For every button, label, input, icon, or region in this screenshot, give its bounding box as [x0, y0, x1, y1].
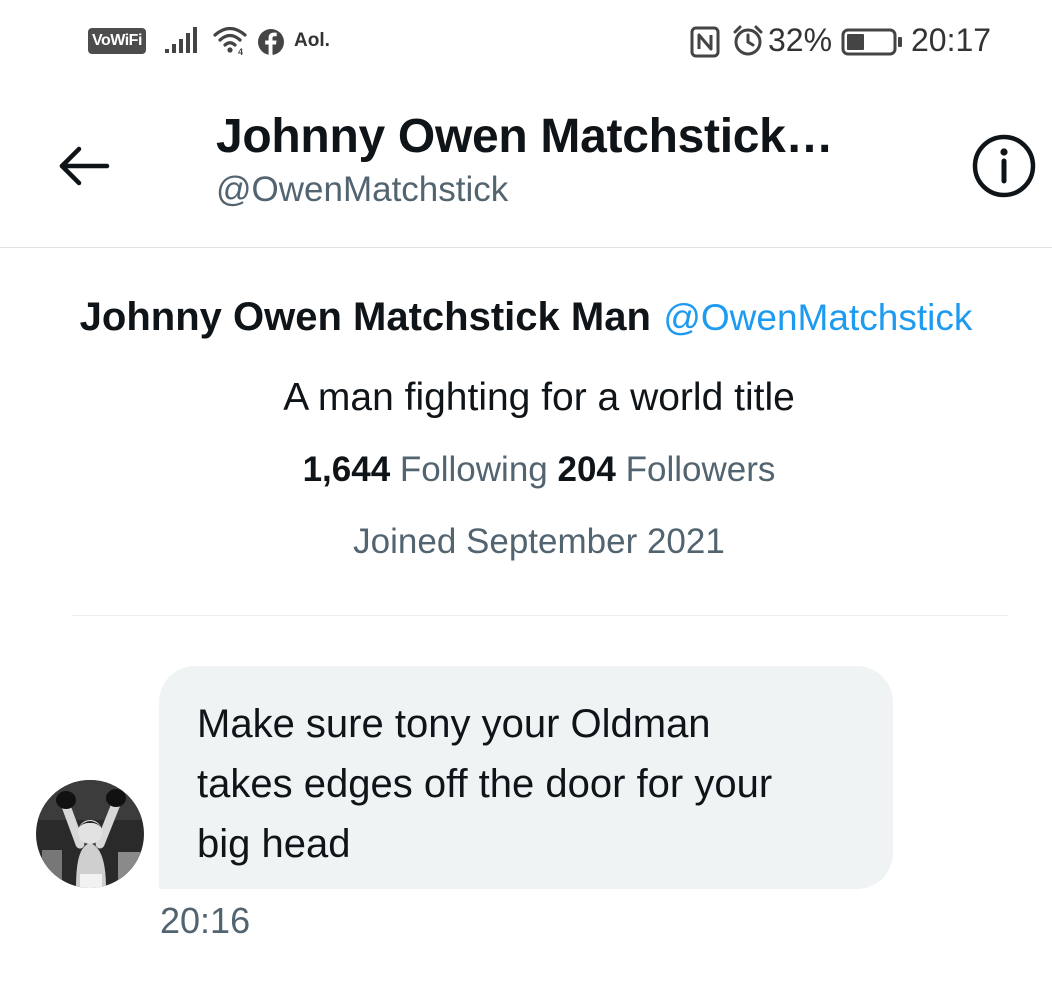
followers-stat[interactable]: 204 Followers	[558, 450, 776, 489]
followers-label: Followers	[625, 450, 776, 489]
vowifi-badge: VoWiFi	[88, 28, 146, 54]
followers-count: 204	[557, 450, 616, 489]
avatar[interactable]	[36, 780, 144, 888]
profile-header: Johnny Owen Matchstick Man @OwenMatchsti…	[0, 295, 1052, 340]
status-bar: VoWiFi 4 Aol. 32% 20:17	[0, 0, 1052, 84]
alarm-icon	[733, 25, 763, 56]
info-button[interactable]	[970, 132, 1038, 200]
back-button[interactable]	[52, 134, 116, 198]
facebook-icon	[258, 29, 284, 55]
profile-name[interactable]: Johnny Owen Matchstick Man	[80, 295, 651, 339]
content-divider	[72, 615, 1008, 616]
message-timestamp: 20:16	[160, 900, 251, 941]
aol-label: Aol.	[294, 30, 330, 51]
profile-bio: A man fighting for a world title	[283, 376, 795, 419]
message-line: big head	[197, 822, 351, 866]
following-label: Following	[399, 450, 548, 489]
profile-stats: 1,644 Following 204 Followers	[0, 450, 1052, 490]
status-time: 20:17	[911, 22, 992, 58]
following-stat[interactable]: 1,644 Following	[303, 450, 548, 489]
profile-handle[interactable]: @OwenMatchstick	[663, 297, 972, 338]
message-line: Make sure tony your Oldman	[197, 702, 711, 746]
following-count: 1,644	[302, 450, 391, 489]
conversation-title: Johnny Owen Matchstick…	[216, 110, 834, 163]
nfc-icon	[690, 26, 720, 58]
message-bubble[interactable]: Make sure tony your Oldman takes edges o…	[159, 666, 893, 889]
signal-icon	[165, 27, 197, 53]
conversation-handle: @OwenMatchstick	[216, 170, 509, 209]
profile-joined-date: Joined September 2021	[353, 522, 725, 561]
arrow-left-icon	[59, 146, 110, 186]
avatar-photo	[36, 780, 144, 888]
battery-icon	[841, 28, 902, 56]
info-icon	[972, 134, 1036, 198]
header-divider	[0, 247, 1052, 248]
wifi-icon: 4	[213, 26, 247, 56]
svg-text:4: 4	[238, 47, 243, 56]
message-line: takes edges off the door for your	[197, 762, 773, 806]
battery-percent: 32%	[768, 22, 833, 58]
